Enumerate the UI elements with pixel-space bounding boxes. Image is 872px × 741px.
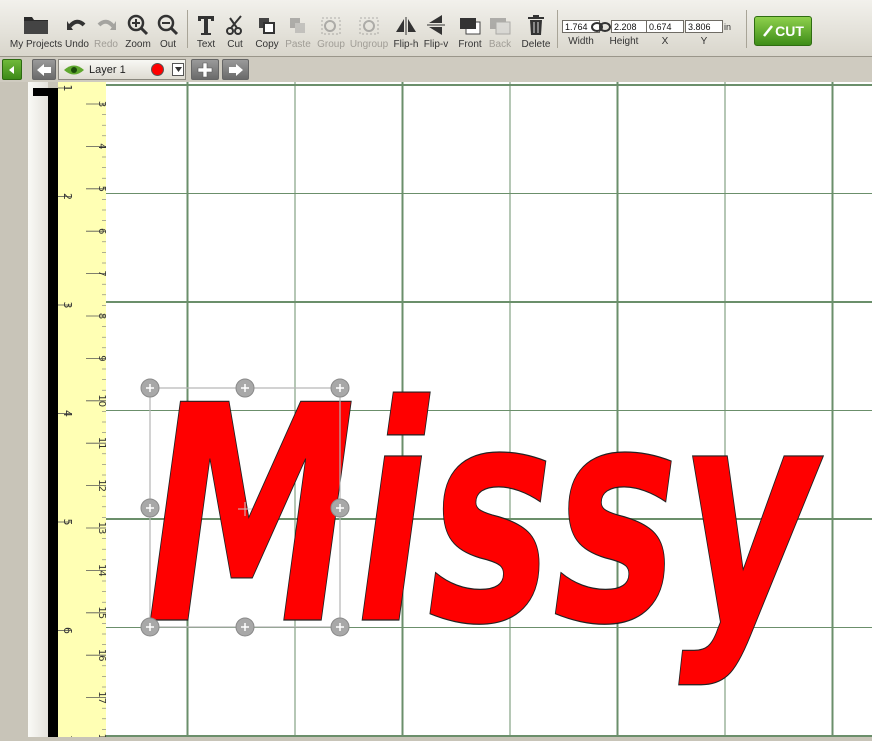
arrow-left-icon xyxy=(9,65,14,74)
ruler-label-cm: 11 xyxy=(96,437,106,450)
layer-name: Layer 1 xyxy=(89,63,126,76)
undo-icon xyxy=(67,19,86,30)
delete-button[interactable]: Delete xyxy=(518,0,554,56)
ruler-label-cm: 14 xyxy=(96,564,106,577)
scissors-icon xyxy=(226,15,242,35)
ruler-label-cm: 18 xyxy=(96,734,106,737)
unit-label: in xyxy=(724,22,732,32)
layer-bar: Layer 1 xyxy=(0,57,872,82)
width-label: Width xyxy=(568,36,594,47)
cut-tool-button[interactable]: Cut xyxy=(222,0,248,56)
next-layer-button[interactable] xyxy=(222,59,249,80)
ruler-label-cm: 10 xyxy=(96,394,106,407)
left-panel-strip xyxy=(0,82,28,737)
vertical-ruler: 34567891011121314151617181234567 xyxy=(58,82,107,741)
ruler-label-cm: 4 xyxy=(96,143,106,149)
chevron-down-icon xyxy=(174,67,182,72)
cut-button-label: CUT xyxy=(775,23,804,39)
send-back-icon xyxy=(490,18,511,35)
flip-horizontal-icon xyxy=(396,17,416,35)
send-back-button[interactable]: Back xyxy=(486,0,514,56)
redo-button[interactable]: Redo xyxy=(92,0,120,56)
height-label: Height xyxy=(609,36,639,47)
zoom-out-icon xyxy=(157,14,179,36)
bring-front-button[interactable]: Front xyxy=(455,0,485,56)
ungroup-button[interactable]: Ungroup xyxy=(349,0,389,56)
blade-icon xyxy=(763,25,774,37)
folder-icon xyxy=(24,17,48,34)
plus-icon xyxy=(197,62,213,77)
height-input[interactable]: 2.208 xyxy=(611,20,649,33)
flip-vertical-button[interactable]: Flip-v xyxy=(421,0,451,56)
ruler-label-inch: 4 xyxy=(61,410,74,417)
ruler-label-cm: 13 xyxy=(96,522,106,535)
ruler-label-cm: 7 xyxy=(96,270,106,276)
arrow-left-icon xyxy=(37,63,51,76)
ruler-label-cm: 6 xyxy=(96,228,106,234)
ruler-label-inch: 1 xyxy=(61,85,74,92)
mat-edge xyxy=(48,96,58,737)
collapse-panel-button[interactable] xyxy=(2,59,22,80)
bring-front-icon xyxy=(460,18,481,35)
copy-icon xyxy=(259,18,275,34)
design-canvas[interactable]: Missy xyxy=(106,82,872,737)
ruler-label-cm: 16 xyxy=(96,649,106,662)
x-label: X xyxy=(661,36,669,47)
text-icon xyxy=(198,16,214,35)
ruler-margin xyxy=(28,82,48,737)
text-tool-button[interactable]: Text xyxy=(193,0,219,56)
y-input[interactable]: 3.806 xyxy=(685,20,723,33)
group-button[interactable]: Group xyxy=(315,0,347,56)
layer-dropdown-button[interactable] xyxy=(172,63,184,76)
eye-icon[interactable] xyxy=(63,64,85,76)
ruler-label-cm: 12 xyxy=(96,479,106,492)
flip-vertical-icon xyxy=(427,15,445,35)
canvas-drawing: Missy xyxy=(106,82,872,737)
y-label: Y xyxy=(700,36,708,47)
ruler-bracket xyxy=(33,88,58,96)
toolbar-separator xyxy=(746,10,747,48)
layer-color-swatch[interactable] xyxy=(151,63,164,76)
ruler-label-cm: 17 xyxy=(96,691,106,704)
my-projects-button[interactable]: My Projects xyxy=(8,0,64,56)
group-icon xyxy=(321,17,341,35)
prev-layer-button[interactable] xyxy=(32,59,56,80)
zoom-in-icon xyxy=(127,14,149,36)
zoom-out-button[interactable]: Out xyxy=(155,0,181,56)
flip-horizontal-button[interactable]: Flip-h xyxy=(391,0,421,56)
ruler-scale: 34567891011121314151617181234567 xyxy=(58,85,107,741)
zoom-in-button[interactable]: Zoom xyxy=(124,0,152,56)
ungroup-icon xyxy=(359,17,379,35)
toolbar-separator xyxy=(187,10,188,48)
ruler-label-cm: 3 xyxy=(96,101,106,107)
ruler-label-inch: 6 xyxy=(61,627,74,634)
paste-icon xyxy=(290,18,305,33)
toolbar: My Projects Undo Redo Zoom Out Text Cut … xyxy=(0,0,872,57)
add-layer-button[interactable] xyxy=(191,59,219,80)
cut-button[interactable]: CUT xyxy=(754,16,812,46)
ruler-label-cm: 15 xyxy=(96,606,106,619)
copy-button[interactable]: Copy xyxy=(252,0,282,56)
ruler-label-cm: 8 xyxy=(96,313,106,319)
undo-button[interactable]: Undo xyxy=(64,0,90,56)
ruler-label-inch: 2 xyxy=(61,193,74,200)
paste-button[interactable]: Paste xyxy=(284,0,312,56)
toolbar-separator xyxy=(557,10,558,48)
ruler-label-inch: 3 xyxy=(61,302,74,309)
lock-proportions-icon[interactable] xyxy=(591,21,611,33)
x-input[interactable]: 0.674 xyxy=(646,20,684,33)
ruler-label-cm: 5 xyxy=(96,186,106,192)
ruler-label-cm: 9 xyxy=(96,355,106,361)
trash-icon xyxy=(528,15,544,35)
ruler-label-inch: 5 xyxy=(61,519,74,526)
redo-icon xyxy=(97,19,116,30)
layer-selector[interactable]: Layer 1 xyxy=(58,59,186,80)
arrow-right-icon xyxy=(228,63,243,76)
